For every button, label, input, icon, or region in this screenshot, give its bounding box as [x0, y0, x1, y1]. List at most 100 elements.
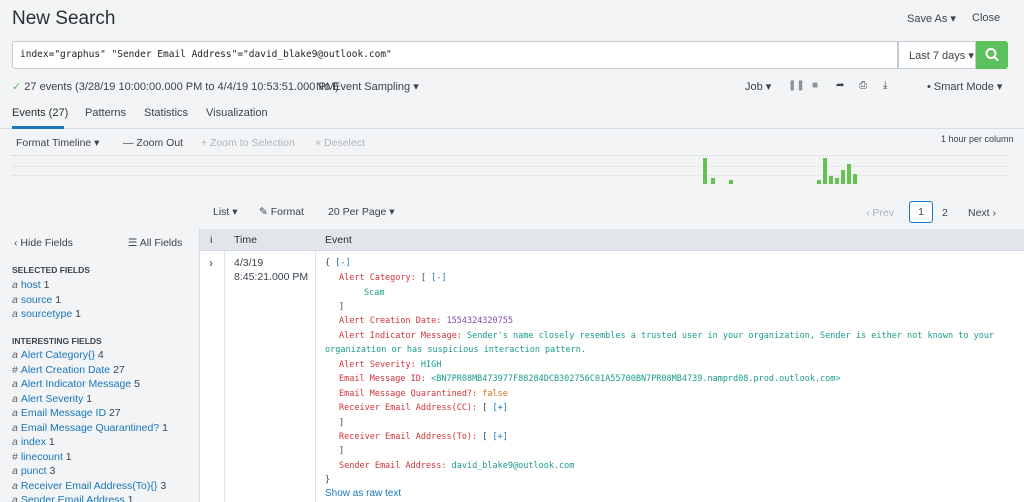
timeline-bar[interactable] [823, 158, 827, 184]
field-name: Email Message ID [20, 407, 109, 419]
all-fields-button[interactable]: ☰ All Fields [128, 237, 182, 249]
json-value[interactable]: Sender's name closely resembles a truste… [467, 331, 994, 341]
json-value[interactable]: false [482, 389, 508, 399]
timeline-bar[interactable] [817, 180, 821, 184]
field-item[interactable]: a Receiver Email Address(To){} 3 [12, 480, 166, 492]
json-value[interactable]: david_blake9@outlook.com [452, 461, 575, 471]
timeline-bar[interactable] [835, 178, 839, 184]
timeline-chart[interactable] [12, 155, 1010, 184]
json-key[interactable]: Alert Category: [339, 273, 416, 283]
field-count: 1 [55, 293, 62, 306]
field-item[interactable]: a source 1 [12, 294, 61, 306]
json-key[interactable]: Alert Severity: [339, 360, 416, 370]
search-button[interactable] [976, 41, 1008, 69]
search-mode-menu[interactable]: • Smart Mode ▾ [927, 80, 1002, 93]
time-range-picker[interactable]: Last 7 days ▾ [898, 41, 976, 69]
json-key[interactable]: Email Message ID: [339, 374, 426, 384]
field-name: Alert Category{} [20, 349, 98, 361]
event-column-header[interactable]: Event [325, 234, 352, 246]
event-line: } [325, 475, 330, 485]
field-item[interactable]: a punct 3 [12, 465, 55, 477]
format-timeline-menu[interactable]: Format Timeline ▾ [16, 137, 99, 149]
field-item[interactable]: # Alert Creation Date 27 [12, 364, 125, 376]
collapse-toggle[interactable]: [-] [335, 258, 350, 268]
next-page-button[interactable]: Next › [968, 207, 996, 219]
json-bracket: [ [482, 432, 488, 442]
tab-visualization[interactable]: Visualization [206, 107, 268, 119]
field-item[interactable]: a Alert Indicator Message 5 [12, 378, 140, 390]
field-item[interactable]: # linecount 1 [12, 451, 72, 463]
field-count: 27 [113, 363, 125, 376]
hide-fields-button[interactable]: ‹ Hide Fields [14, 237, 73, 249]
timeline-bar[interactable] [829, 176, 833, 184]
field-item[interactable]: a Sender Email Address 1 [12, 494, 134, 502]
zoom-out-button[interactable]: — Zoom Out [123, 137, 183, 149]
event-sampling-menu[interactable]: No Event Sampling ▾ [316, 80, 419, 93]
stop-icon[interactable]: ■ [812, 80, 818, 91]
event-line: ] [325, 302, 344, 312]
tab-statistics[interactable]: Statistics [144, 107, 188, 119]
field-item[interactable]: a index 1 [12, 436, 55, 448]
print-icon[interactable]: ⎙ [859, 80, 867, 91]
save-as-menu[interactable]: Save As ▾ [907, 12, 956, 25]
json-key[interactable]: Alert Indicator Message: [339, 331, 462, 341]
field-count: 3 [160, 479, 167, 492]
timeline-bar[interactable] [729, 180, 733, 184]
json-key[interactable]: Receiver Email Address(To): [339, 432, 477, 442]
json-value[interactable]: <BN7PR08MB473977F88284DCB302756C01A55700… [431, 374, 840, 384]
timeline-bar[interactable] [841, 170, 845, 184]
json-value[interactable]: 1554324320755 [446, 316, 513, 326]
deselect-button[interactable]: × Deselect [315, 137, 365, 149]
field-item[interactable]: a Email Message Quarantined? 1 [12, 422, 168, 434]
zoom-to-selection-button[interactable]: + Zoom to Selection [201, 137, 295, 149]
event-line: Alert Severity: HIGH [325, 360, 441, 370]
show-raw-text-link[interactable]: Show as raw text [325, 488, 401, 499]
timeline-bar[interactable] [853, 174, 857, 184]
json-value[interactable]: HIGH [421, 360, 441, 370]
field-item[interactable]: a Email Message ID 27 [12, 407, 121, 419]
field-count: 1 [86, 392, 93, 405]
show-raw-text-label: Show as raw text [325, 488, 402, 499]
format-button[interactable]: ✎ Format [259, 206, 304, 218]
collapse-toggle[interactable]: [-] [431, 273, 446, 283]
timeline-bar[interactable] [847, 164, 851, 184]
field-item[interactable]: a Alert Severity 1 [12, 393, 92, 405]
per-page-menu[interactable]: 20 Per Page ▾ [328, 206, 395, 218]
field-name: Alert Indicator Message [20, 378, 135, 390]
export-icon[interactable]: ⤓ [883, 80, 887, 91]
json-bracket: [ [420, 273, 427, 283]
string-field-icon: a [12, 494, 18, 502]
page-1-button[interactable]: 1 [909, 201, 933, 223]
json-key[interactable]: Sender Email Address: [339, 461, 446, 471]
json-key[interactable]: Alert Creation Date: [339, 316, 441, 326]
close-button[interactable]: Close [972, 12, 1000, 24]
json-value[interactable]: Scam [364, 288, 384, 298]
timeline-bar[interactable] [711, 178, 715, 184]
numeric-field-icon: # [12, 363, 18, 376]
field-name: Sender Email Address [20, 494, 128, 502]
field-item[interactable]: a host 1 [12, 279, 49, 291]
expand-row-icon[interactable]: › [209, 256, 213, 270]
info-column-icon: i [210, 234, 213, 246]
json-bracket: ] [339, 446, 345, 456]
pause-icon[interactable]: ❚❚ [788, 80, 805, 91]
field-item[interactable]: a Alert Category{} 4 [12, 349, 104, 361]
share-icon[interactable]: ➦ [836, 80, 844, 91]
json-value[interactable]: organization or has suspicious interacti… [325, 345, 586, 355]
job-menu[interactable]: Job ▾ [745, 80, 771, 93]
page-2-button[interactable]: 2 [942, 207, 948, 219]
field-count: 5 [134, 378, 140, 390]
search-input[interactable]: index="graphus" "Sender Email Address"="… [12, 41, 898, 69]
timeline-bar[interactable] [703, 158, 707, 184]
tab-patterns[interactable]: Patterns [85, 107, 126, 119]
expand-toggle[interactable]: [+] [493, 403, 508, 413]
json-key[interactable]: Email Message Quarantined?: [339, 389, 477, 399]
prev-page-button[interactable]: ‹ Prev [866, 207, 894, 219]
json-key[interactable]: Receiver Email Address(CC): [339, 403, 477, 413]
tab-events[interactable]: Events (27) [12, 107, 68, 119]
expand-toggle[interactable]: [+] [493, 432, 508, 442]
list-view-menu[interactable]: List ▾ [213, 206, 238, 218]
field-item[interactable]: a sourcetype 1 [12, 308, 81, 320]
time-column-header[interactable]: Time [234, 234, 257, 246]
string-field-icon: a [12, 421, 18, 434]
